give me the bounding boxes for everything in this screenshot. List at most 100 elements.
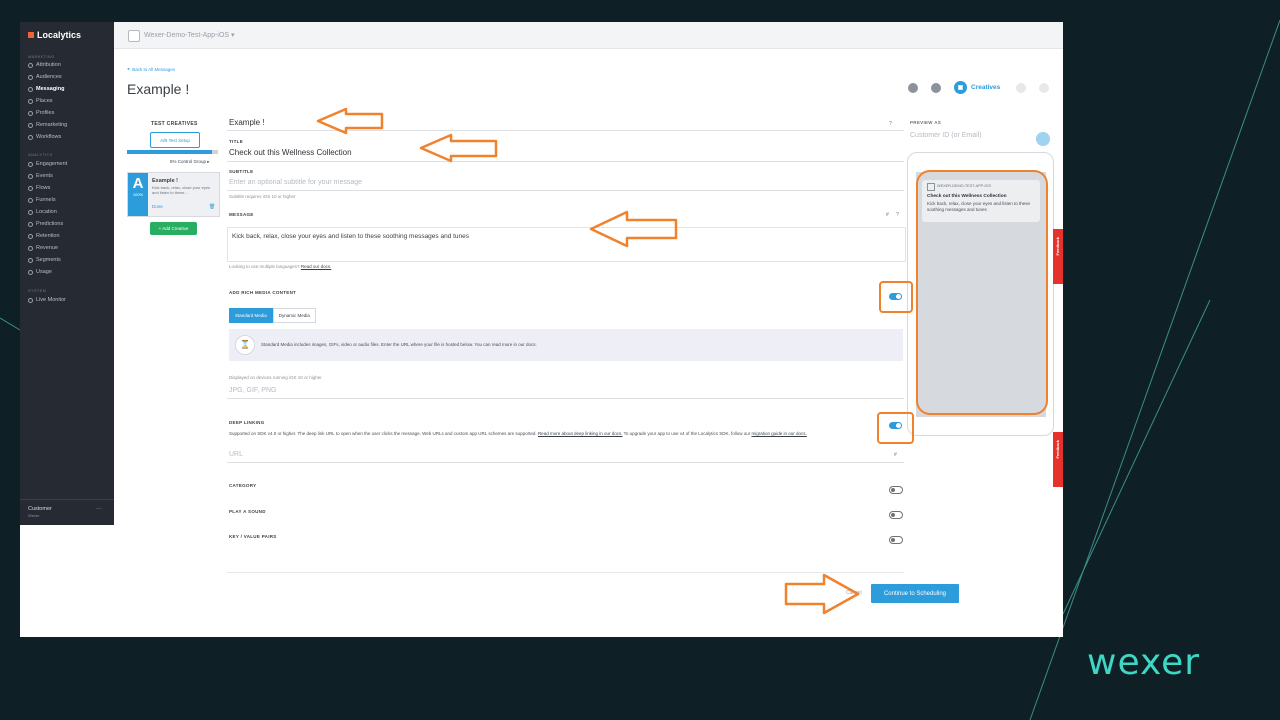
play-sound-label: PLAY A SOUND (229, 509, 266, 514)
creative-card-a[interactable]: A 100% Example ! Kick back, relax, close… (127, 172, 220, 217)
deep-link-url-input[interactable]: URL (229, 451, 243, 458)
sidebar-item-funnels[interactable]: Funnels (28, 197, 56, 203)
migration-guide-link[interactable]: migration guide in our docs. (752, 431, 807, 436)
preview-customer-input[interactable]: Customer ID (or Email) (910, 132, 982, 139)
media-icon: ⌛ (235, 335, 255, 355)
play-sound-toggle[interactable] (889, 511, 903, 519)
back-link[interactable]: ◂ Back to All Messages (127, 66, 175, 72)
media-underline (227, 398, 904, 399)
live-monitor-icon (28, 297, 33, 303)
predictions-icon (28, 221, 33, 227)
footer-divider (227, 572, 904, 573)
creative-title: Example ! (152, 178, 178, 184)
trash-icon[interactable]: 🗑 (209, 204, 215, 210)
media-type-tabs: Standard Media Dynamic Media (229, 308, 316, 323)
step-profile-icon[interactable] (931, 83, 941, 93)
sidebar-item-retention[interactable]: Retention (28, 233, 60, 239)
attribution-icon (28, 62, 33, 68)
languages-hint: Looking to use multiple languages? Read … (229, 264, 332, 269)
account-name: Customer (28, 506, 52, 512)
preview-as-label: PREVIEW AS (910, 120, 942, 125)
preview-submit-button[interactable] (1036, 132, 1050, 146)
remarketing-icon (28, 122, 33, 128)
segments-icon (28, 257, 33, 263)
arrow-left-icon: ◂ (127, 66, 130, 71)
sidebar-section-marketing: MARKETING (28, 54, 55, 59)
subtitle-input[interactable]: Enter an optional subtitle for your mess… (229, 179, 362, 186)
sidebar-item-attribution[interactable]: Attribution (28, 62, 61, 68)
sidebar-item-places[interactable]: Places (28, 98, 53, 104)
creative-body: Kick back, relax, close your eyes and li… (152, 185, 211, 195)
sidebar-section-system: SYSTEM (28, 288, 47, 293)
rich-media-label: ADD RICH MEDIA CONTENT (229, 290, 297, 295)
step-creatives[interactable]: ▣ Creatives (954, 81, 1000, 94)
deep-linking-description: Supported on SDK v4.0 or higher. The dee… (229, 431, 807, 436)
help-icon[interactable]: ? (889, 121, 892, 127)
page-title: Example ! (127, 81, 190, 97)
creative-done-button[interactable]: Done (152, 204, 163, 209)
languages-docs-link[interactable]: Read our docs. (301, 264, 332, 269)
engagement-icon (28, 161, 33, 167)
sidebar-item-flows[interactable]: Flows (28, 185, 50, 191)
toggle-knob (891, 488, 895, 492)
add-creative-button[interactable]: + Add Creative (150, 222, 197, 235)
revenue-icon (28, 245, 33, 251)
category-toggle[interactable] (889, 486, 903, 494)
profiles-icon (28, 110, 33, 116)
rich-media-highlight (879, 281, 913, 313)
name-underline (227, 130, 904, 131)
audiences-icon (28, 74, 33, 80)
sidebar-item-remarketing[interactable]: Remarketing (28, 122, 67, 128)
title-input[interactable]: Check out this Wellness Collection (229, 148, 352, 157)
sidebar-item-segments[interactable]: Segments (28, 257, 61, 263)
media-info-text: Standard Media includes images, GIFs, vi… (261, 342, 537, 347)
sidebar-item-usage[interactable]: Usage (28, 269, 52, 275)
flows-icon (28, 185, 33, 191)
step-audience-icon[interactable] (908, 83, 918, 93)
account-switcher[interactable]: Customer Wexer ... (20, 499, 114, 526)
key-value-label: KEY / VALUE PAIRS (229, 534, 277, 539)
step-schedule-icon[interactable] (1016, 83, 1026, 93)
sidebar-item-audiences[interactable]: Audiences (28, 74, 62, 80)
creatives-icon: ▣ (954, 81, 967, 94)
sidebar-item-events[interactable]: Events (28, 173, 53, 179)
key-value-toggle[interactable] (889, 536, 903, 544)
more-icon[interactable]: ... (96, 504, 102, 511)
step-review-icon[interactable] (1039, 83, 1049, 93)
sidebar-item-live-monitor[interactable]: Live Monitor (28, 297, 66, 303)
personalize-icon[interactable]: # (886, 212, 889, 218)
app-selector[interactable]: Wexer-Demo-Test-App-iOS ▾ (144, 31, 235, 39)
app-selector-bar: Wexer-Demo-Test-App-iOS ▾ (114, 22, 1063, 49)
control-group-link[interactable]: 5% Control Group ▸ (170, 159, 210, 165)
sidebar-item-location[interactable]: Location (28, 209, 57, 215)
creative-name-input[interactable]: Example ! (229, 118, 265, 127)
sidebar-item-revenue[interactable]: Revenue (28, 245, 58, 251)
message-help-icon[interactable]: ? (896, 212, 899, 218)
message-textarea[interactable]: Kick back, relax, close your eyes and li… (227, 227, 906, 262)
feedback-tab-2[interactable]: Feedback (1053, 432, 1063, 487)
deep-linking-docs-link[interactable]: Read more about deep linking in our docs… (538, 431, 623, 436)
url-personalize-icon[interactable]: # (894, 452, 897, 458)
places-icon (28, 98, 33, 104)
toggle-knob (891, 538, 895, 542)
localytics-logo[interactable]: Localytics (28, 30, 81, 40)
sidebar-section-analytics: ANALYTICS (28, 152, 53, 157)
sidebar-item-engagement[interactable]: Engagement (28, 161, 67, 167)
title-label: TITLE (229, 139, 243, 144)
media-info-panel: ⌛ Standard Media includes images, GIFs, … (229, 329, 903, 361)
sidebar-item-profiles[interactable]: Profiles (28, 110, 54, 116)
ab-test-setup-button[interactable]: A/B Test Setup (150, 132, 200, 148)
control-group-bar (127, 150, 218, 154)
cancel-link[interactable]: Cancel (846, 590, 862, 596)
subtitle-underline (227, 190, 904, 191)
tab-dynamic-media[interactable]: Dynamic Media (272, 308, 316, 323)
sidebar-item-messaging[interactable]: Messaging (28, 86, 64, 92)
feedback-tab[interactable]: Feedback (1053, 229, 1063, 284)
sidebar-item-predictions[interactable]: Predictions (28, 221, 63, 227)
control-group-segment (212, 150, 218, 154)
tab-standard-media[interactable]: Standard Media (229, 308, 273, 323)
continue-to-scheduling-button[interactable]: Continue to Scheduling (871, 584, 959, 603)
media-url-input[interactable]: JPG, GIF, PNG (229, 387, 276, 394)
sidebar-item-workflows[interactable]: Workflows (28, 134, 61, 140)
app-icon (128, 30, 140, 42)
